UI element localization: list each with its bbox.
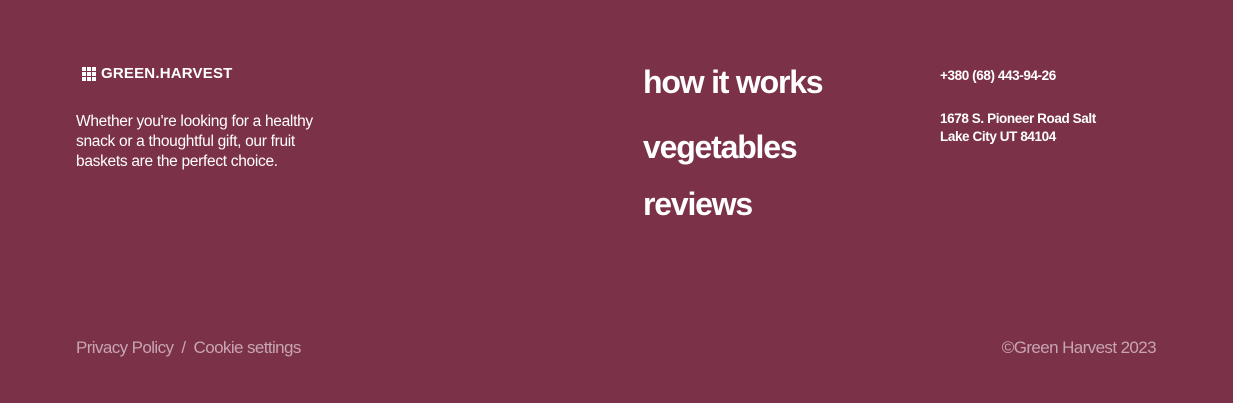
nav-link-vegetables[interactable]: vegetables [643,119,822,176]
legal-links: Privacy Policy / Cookie settings [76,337,301,359]
phone-link[interactable]: +380 (68) 443-94-26 [940,67,1110,85]
nav-link-reviews[interactable]: reviews [643,176,822,233]
footer-nav: how it works vegetables reviews [643,62,824,233]
brand-name: GREEN.HARVEST [101,65,233,82]
grid-dots-icon [82,67,96,81]
privacy-policy-link[interactable]: Privacy Policy [76,337,174,359]
nav-link-how-it-works[interactable]: how it works [643,62,824,119]
tagline: Whether you're looking for a healthy sna… [76,113,313,170]
address: 1678 S. Pioneer Road Salt Lake City UT 8… [940,111,1096,144]
cookie-settings-link[interactable]: Cookie settings [194,337,302,359]
legal-separator: / [181,338,186,357]
brand-logo[interactable]: GREEN.HARVEST [82,66,233,82]
copyright: ©Green Harvest 2023 [1001,338,1157,357]
contact-info: +380 (68) 443-94-26 1678 S. Pioneer Road… [940,67,1110,146]
